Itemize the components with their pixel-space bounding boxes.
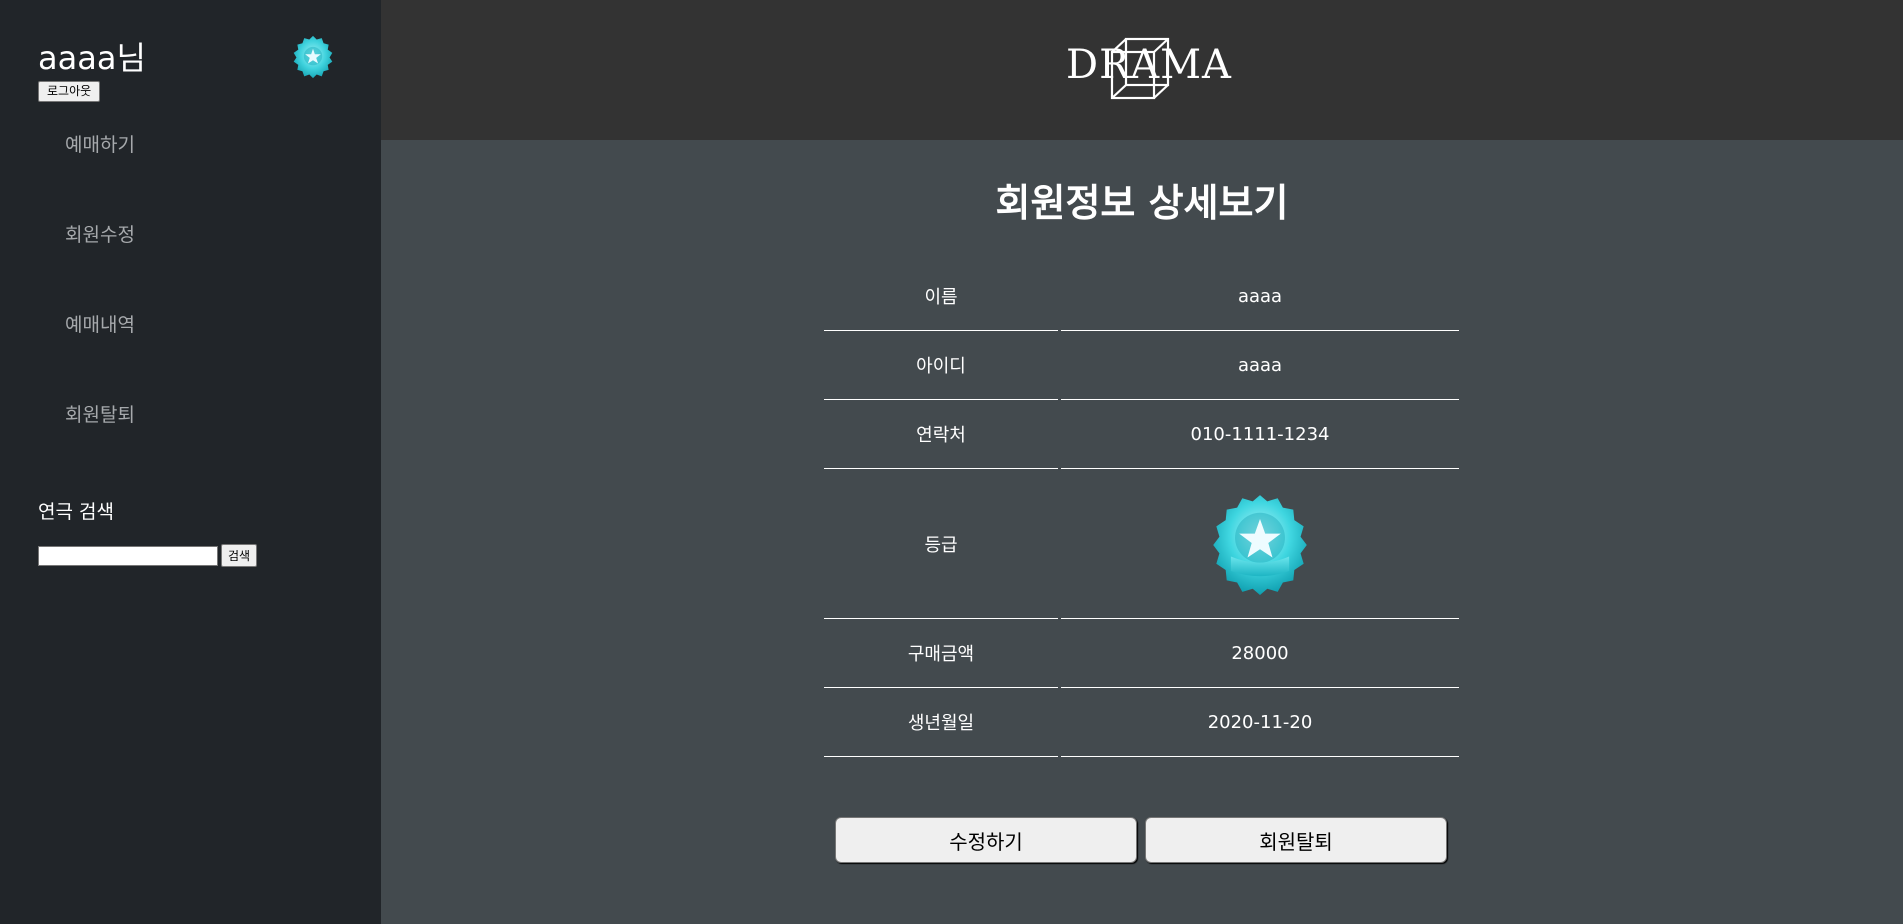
row-label: 이름 [824, 262, 1058, 331]
search-title: 연극 검색 [38, 501, 114, 523]
header: DRAMA [381, 0, 1903, 140]
table-row: 연락처 010-1111-1234 [824, 400, 1459, 469]
username-greeting: aaaa님 [38, 39, 146, 77]
sidebar-item-booking-history[interactable]: 예매내역 [65, 310, 135, 337]
row-label: 등급 [824, 469, 1058, 619]
member-info-table: 이름 aaaa 아이디 aaaa 연락처 010-1111-1234 등급 구매… [824, 262, 1459, 757]
search-input[interactable] [38, 546, 218, 566]
page-title: 회원정보 상세보기 [995, 181, 1289, 225]
star-medal-icon [1213, 494, 1307, 595]
row-label: 생년월일 [824, 688, 1058, 757]
row-label: 아이디 [824, 331, 1058, 400]
row-value: aaaa [1061, 262, 1459, 331]
withdraw-button[interactable]: 회원탈퇴 [1145, 817, 1447, 863]
row-value: aaaa [1061, 331, 1459, 400]
row-value: 28000 [1061, 619, 1459, 688]
logo[interactable]: DRAMA [1066, 36, 1231, 106]
sidebar-item-edit-member[interactable]: 회원수정 [65, 220, 135, 247]
search-button[interactable]: 검색 [221, 544, 258, 567]
table-row: 이름 aaaa [824, 262, 1459, 331]
grade-cell [1061, 469, 1459, 619]
star-medal-icon [293, 35, 333, 79]
row-label: 구매금액 [824, 619, 1058, 688]
row-value: 2020-11-20 [1061, 688, 1459, 757]
edit-button[interactable]: 수정하기 [835, 817, 1137, 863]
table-row: 아이디 aaaa [824, 331, 1459, 400]
table-row: 구매금액 28000 [824, 619, 1459, 688]
sidebar-item-booking[interactable]: 예매하기 [65, 130, 135, 157]
logout-button[interactable]: 로그아웃 [38, 81, 101, 102]
sidebar-item-withdraw[interactable]: 회원탈퇴 [65, 400, 135, 427]
row-label: 연락처 [824, 400, 1058, 469]
logo-text: DRAMA [1066, 42, 1232, 88]
table-row: 등급 [824, 469, 1459, 619]
table-row: 생년월일 2020-11-20 [824, 688, 1459, 757]
sidebar: aaaa님 로그아웃 예매하기 회원수정 예매내역 회원탈퇴 연극 검색 검색 [0, 0, 381, 924]
row-value: 010-1111-1234 [1061, 400, 1459, 469]
